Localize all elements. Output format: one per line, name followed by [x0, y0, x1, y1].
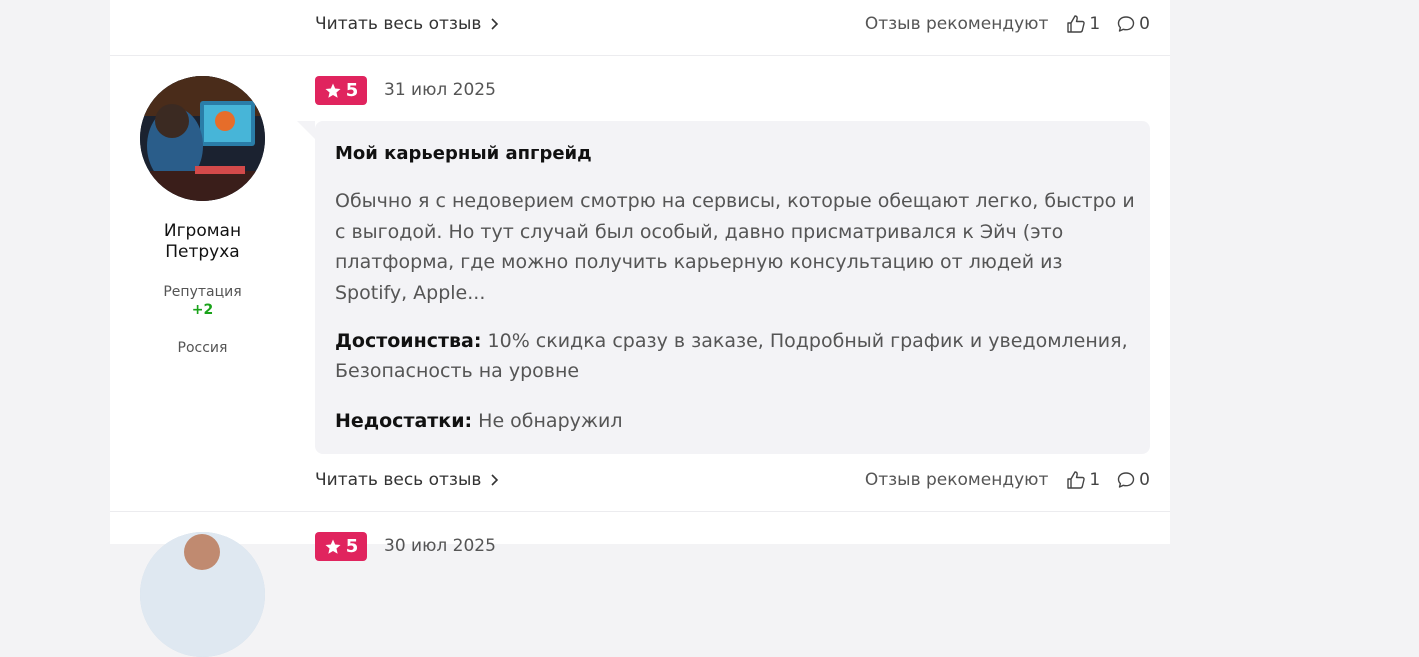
rating-value: 5 [345, 80, 359, 101]
cons-text: Не обнаружил [478, 410, 623, 432]
reputation-label: Репутация [163, 284, 242, 300]
read-more-label: Читать весь отзыв [315, 14, 482, 34]
pros-label: Достоинства: [335, 330, 482, 352]
divider [110, 55, 1170, 56]
read-more-label: Читать весь отзыв [315, 470, 482, 490]
author-name[interactable]: Игроман Петруха [130, 221, 275, 263]
like-count: 1 [1089, 14, 1101, 34]
read-full-review-link[interactable]: Читать весь отзыв [315, 470, 499, 490]
reputation-value: +2 [191, 302, 214, 318]
comment-icon [1117, 16, 1135, 32]
review-title[interactable]: Мой карьерный апгрейд [335, 143, 592, 164]
thumbs-up-icon [1067, 15, 1086, 33]
review-text: Обычно я с недоверием смотрю на сервисы,… [335, 190, 1135, 304]
like-count: 1 [1089, 470, 1101, 490]
avatar-image [140, 76, 265, 201]
star-icon [325, 539, 341, 554]
chevron-right-icon [491, 18, 499, 30]
read-full-review-link[interactable]: Читать весь отзыв [315, 14, 499, 34]
reviews-list: Читать весь отзыв Отзыв рекомендуют 1 0 [110, 0, 1170, 657]
comments-button[interactable]: 0 [1116, 470, 1150, 490]
comment-count: 0 [1139, 14, 1150, 34]
cons-label: Недостатки: [335, 410, 473, 432]
rating-badge: 5 [315, 76, 367, 105]
review-content: Мой карьерный апгрейд Обычно я с недовер… [297, 121, 1150, 454]
recommend-label: Отзыв рекомендуют [864, 470, 1049, 490]
thumbs-up-icon [1067, 471, 1086, 489]
like-button[interactable]: 1 [1066, 14, 1100, 34]
avatar[interactable] [140, 532, 265, 657]
author-name-line1: Игроман [163, 221, 242, 241]
chevron-right-icon [491, 474, 499, 486]
review-footer: Читать весь отзыв Отзыв рекомендуют 1 0 [315, 12, 1150, 36]
divider [110, 511, 1170, 512]
star-icon [325, 83, 341, 98]
review-footer: Читать весь отзыв Отзыв рекомендуют 1 0 [315, 468, 1150, 492]
comments-button[interactable]: 0 [1116, 14, 1150, 34]
review-date: 30 июл 2025 [384, 536, 496, 556]
avatar[interactable] [140, 76, 265, 201]
review-pros: Достоинства: 10% скидка сразу в заказе, … [335, 326, 1135, 386]
author-name-line2: Петруха [165, 242, 240, 262]
comment-count: 0 [1139, 470, 1150, 490]
recommend-label: Отзыв рекомендуют [864, 14, 1049, 34]
avatar-image [140, 532, 265, 657]
review-date: 31 июл 2025 [384, 80, 496, 100]
author-country: Россия [177, 340, 228, 356]
review-cons: Недостатки: Не обнаружил [335, 406, 1135, 436]
rating-badge: 5 [315, 532, 367, 561]
rating-value: 5 [345, 536, 359, 557]
comment-icon [1117, 472, 1135, 488]
like-button[interactable]: 1 [1066, 470, 1100, 490]
